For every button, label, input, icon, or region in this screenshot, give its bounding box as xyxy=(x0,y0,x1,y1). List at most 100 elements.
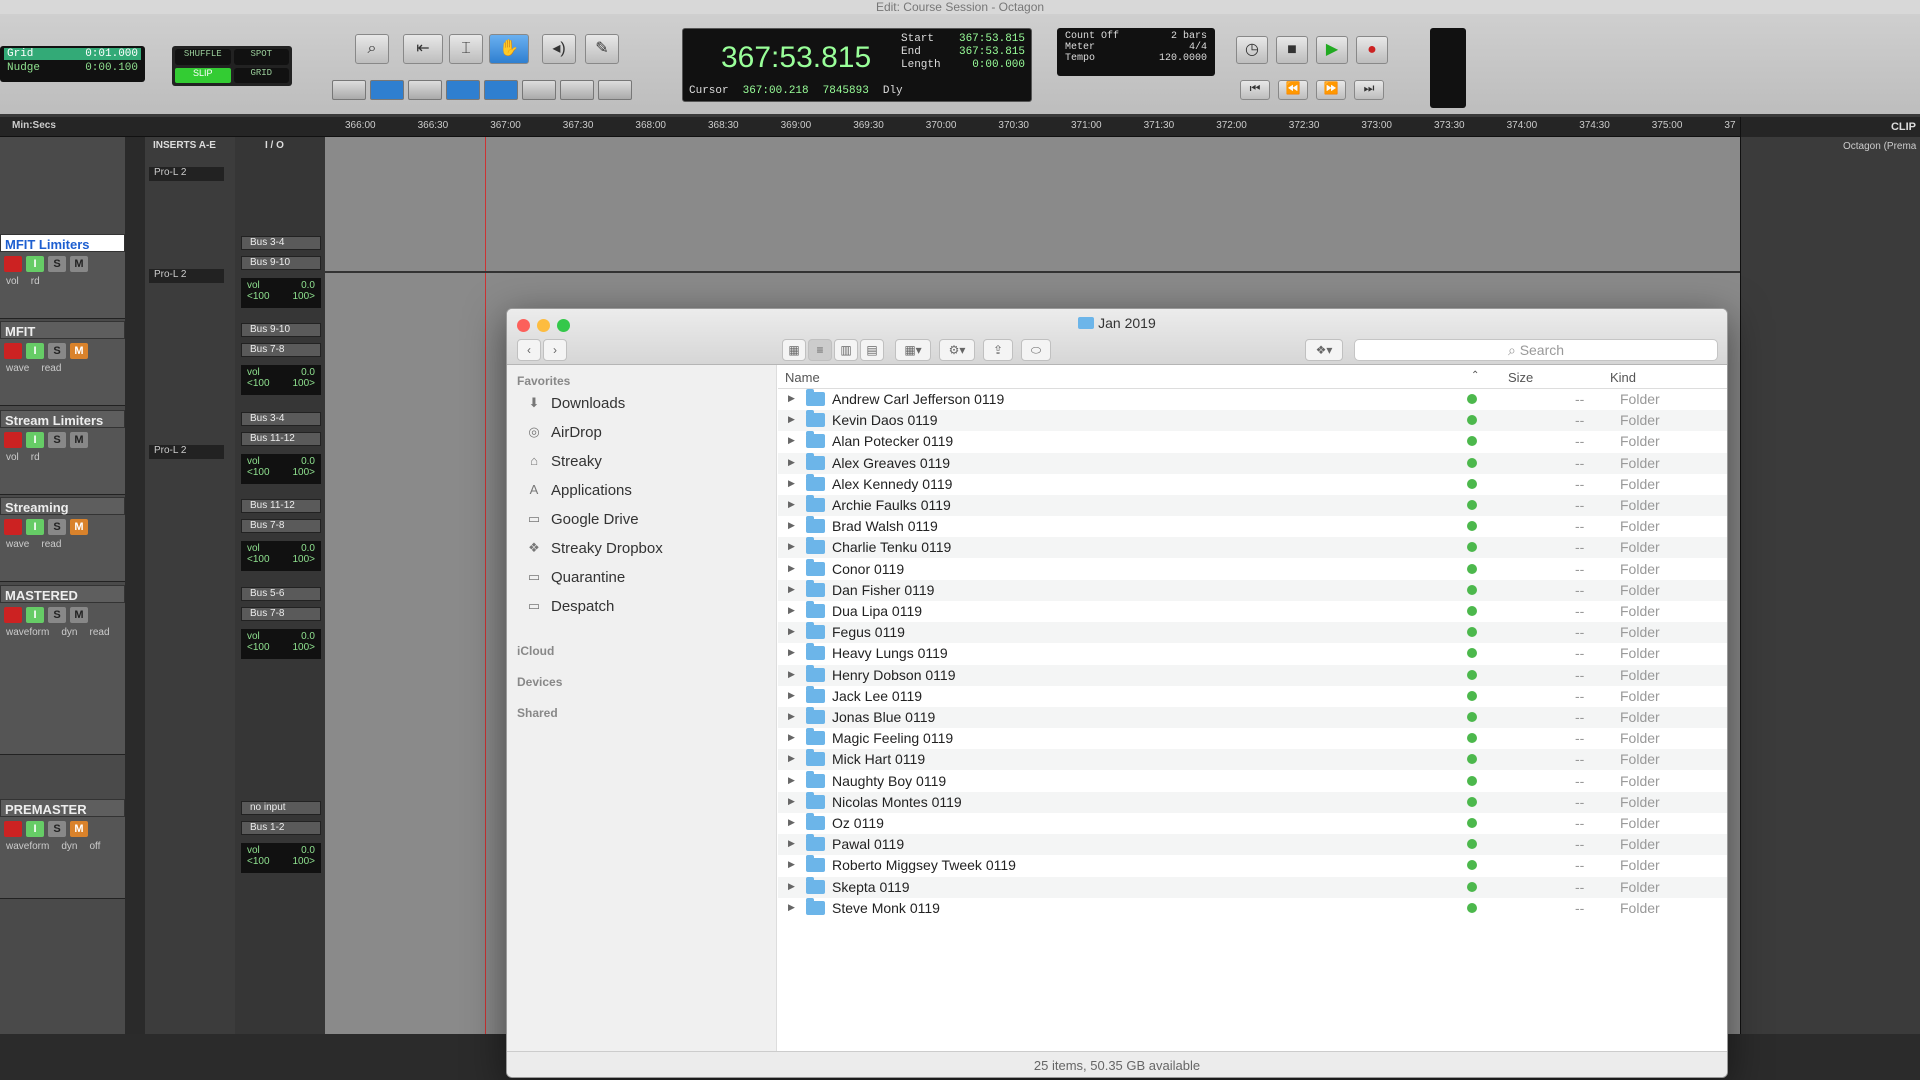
forward-nav-button[interactable]: › xyxy=(543,339,567,361)
list-item[interactable]: ▶ Alex Greaves 0119 -- Folder xyxy=(778,452,1727,474)
disclosure-triangle-icon[interactable]: ▶ xyxy=(788,711,795,722)
solo-button[interactable]: S xyxy=(48,821,66,837)
forward-button[interactable]: ⏩ xyxy=(1316,80,1346,100)
disclosure-triangle-icon[interactable]: ▶ xyxy=(788,732,795,743)
tags-button[interactable]: ⬭ xyxy=(1021,339,1051,361)
automation-mode[interactable]: rd xyxy=(31,452,40,463)
input-selector[interactable]: Bus 11-12 xyxy=(241,499,321,513)
track-name[interactable]: MFIT Limiters xyxy=(0,234,125,252)
volume-pan-display[interactable]: vol 0.0 <100 100> xyxy=(241,454,321,484)
disclosure-triangle-icon[interactable]: ▶ xyxy=(788,859,795,870)
track-mfit-limiters[interactable]: MFIT Limiters I S M vol rd xyxy=(0,234,125,319)
shared-heading[interactable]: Shared xyxy=(517,706,558,720)
track-mastered[interactable]: MASTERED I S M waveform dyn read xyxy=(0,585,125,755)
icon-view-button[interactable]: ▦ xyxy=(782,339,806,361)
list-item[interactable]: ▶ Alex Kennedy 0119 -- Folder xyxy=(778,473,1727,495)
input-monitor-button[interactable]: I xyxy=(26,432,44,448)
name-column-header[interactable]: Name xyxy=(785,370,820,385)
list-item[interactable]: ▶ Mick Hart 0119 -- Folder xyxy=(778,749,1727,771)
back-button[interactable]: ‹ xyxy=(517,339,541,361)
solo-button[interactable]: S xyxy=(48,343,66,359)
group-button[interactable]: ▦▾ xyxy=(895,339,931,361)
track-name[interactable]: Stream Limiters xyxy=(0,410,125,428)
main-counter[interactable]: 367:53.815 Start End Length 367:53.815 3… xyxy=(682,28,1032,102)
output-selector[interactable]: Bus 11-12 xyxy=(241,432,321,446)
mute-button[interactable]: M xyxy=(70,343,88,359)
list-item[interactable]: ▶ Dan Fisher 0119 -- Folder xyxy=(778,579,1727,601)
disclosure-triangle-icon[interactable]: ▶ xyxy=(788,817,795,828)
kind-column-header[interactable]: Kind xyxy=(1610,370,1636,385)
list-item[interactable]: ▶ Roberto Miggsey Tweek 0119 -- Folder xyxy=(778,855,1727,876)
view-selector[interactable]: waveform xyxy=(6,627,49,638)
input-selector[interactable]: no input xyxy=(241,801,321,815)
gallery-view-button[interactable]: ▤ xyxy=(860,339,884,361)
pencil-tool-button[interactable]: ✎ xyxy=(585,34,619,64)
input-monitor-button[interactable]: I xyxy=(26,607,44,623)
output-selector[interactable]: Bus 1-2 xyxy=(241,821,321,835)
track-name[interactable]: MFIT xyxy=(0,321,125,339)
online-button[interactable]: ◷ xyxy=(1236,36,1268,64)
record-arm-button[interactable] xyxy=(4,256,22,272)
sidebar-item-google-drive[interactable]: ▭ Google Drive xyxy=(525,507,639,531)
disclosure-triangle-icon[interactable]: ▶ xyxy=(788,796,795,807)
insert-slot[interactable]: Pro-L 2 xyxy=(149,167,224,181)
nudge-value[interactable]: 0:00.100 xyxy=(85,62,138,74)
slip-mode-button[interactable]: SLIP xyxy=(175,67,231,83)
start-value[interactable]: 367:53.815 xyxy=(955,33,1025,46)
selector-tool-button[interactable]: ⌶ xyxy=(449,34,483,64)
list-item[interactable]: ▶ Nicolas Montes 0119 -- Folder xyxy=(778,791,1727,813)
mute-button[interactable]: M xyxy=(70,821,88,837)
list-item[interactable]: ▶ Pawal 0119 -- Folder xyxy=(778,834,1727,856)
record-arm-button[interactable] xyxy=(4,432,22,448)
disclosure-triangle-icon[interactable]: ▶ xyxy=(788,902,795,913)
track-mfit[interactable]: MFIT I S M wave read xyxy=(0,321,125,406)
view-selector[interactable]: vol xyxy=(6,452,19,463)
track-premaster[interactable]: PREMASTER I S M waveform dyn off xyxy=(0,799,125,899)
input-monitor-button[interactable]: I xyxy=(26,343,44,359)
column-view-button[interactable]: ▥ xyxy=(834,339,858,361)
list-item[interactable]: ▶ Alan Potecker 0119 -- Folder xyxy=(778,431,1727,452)
view-selector[interactable]: wave xyxy=(6,363,29,374)
disclosure-triangle-icon[interactable]: ▶ xyxy=(788,838,795,849)
disclosure-triangle-icon[interactable]: ▶ xyxy=(788,414,795,425)
input-selector[interactable]: Bus 5-6 xyxy=(241,587,321,601)
automation-mode[interactable]: read xyxy=(41,363,61,374)
view-selector[interactable]: vol xyxy=(6,276,19,287)
input-monitor-button[interactable]: I xyxy=(26,256,44,272)
input-monitor-button[interactable]: I xyxy=(26,821,44,837)
mute-button[interactable]: M xyxy=(70,432,88,448)
list-item[interactable]: ▶ Oz 0119 -- Folder xyxy=(778,813,1727,834)
output-selector[interactable]: Bus 7-8 xyxy=(241,607,321,621)
insert-slot[interactable]: Pro-L 2 xyxy=(149,445,224,459)
track-name[interactable]: Streaming xyxy=(0,497,125,515)
view-selector[interactable]: waveform xyxy=(6,841,49,852)
disclosure-triangle-icon[interactable]: ▶ xyxy=(788,457,795,468)
track-stream-limiters[interactable]: Stream Limiters I S M vol rd xyxy=(0,410,125,495)
share-button[interactable]: ⇪ xyxy=(983,339,1013,361)
edit-toggle-6[interactable] xyxy=(522,80,556,100)
disclosure-triangle-icon[interactable]: ▶ xyxy=(788,435,795,446)
list-item[interactable]: ▶ Charlie Tenku 0119 -- Folder xyxy=(778,537,1727,559)
grid-mode-button[interactable]: GRID xyxy=(233,67,289,83)
disclosure-triangle-icon[interactable]: ▶ xyxy=(788,563,795,574)
stop-button[interactable]: ■ xyxy=(1276,36,1308,64)
spot-mode-button[interactable]: SPOT xyxy=(233,49,289,65)
volume-pan-display[interactable]: vol 0.0 <100 100> xyxy=(241,541,321,571)
volume-pan-display[interactable]: vol 0.0 <100 100> xyxy=(241,365,321,395)
disclosure-triangle-icon[interactable]: ▶ xyxy=(788,881,795,892)
disclosure-triangle-icon[interactable]: ▶ xyxy=(788,584,795,595)
trim-tool-button[interactable]: ⇤ xyxy=(403,34,443,64)
input-selector[interactable]: Bus 9-10 xyxy=(241,323,321,337)
input-selector[interactable]: Bus 3-4 xyxy=(241,236,321,250)
grabber-tool-button[interactable]: ✋ xyxy=(489,34,529,64)
list-item[interactable]: ▶ Steve Monk 0119 -- Folder xyxy=(778,897,1727,919)
action-button[interactable]: ⚙▾ xyxy=(939,339,975,361)
output-selector[interactable]: Bus 9-10 xyxy=(241,256,321,270)
scrubber-tool-button[interactable]: ◂) xyxy=(542,34,576,64)
mute-button[interactable]: M xyxy=(70,256,88,272)
output-selector[interactable]: Bus 7-8 xyxy=(241,343,321,357)
list-item[interactable]: ▶ Brad Walsh 0119 -- Folder xyxy=(778,516,1727,537)
list-item[interactable]: ▶ Conor 0119 -- Folder xyxy=(778,558,1727,580)
edit-toggle-5[interactable] xyxy=(484,80,518,100)
automation-mode[interactable]: rd xyxy=(31,276,40,287)
